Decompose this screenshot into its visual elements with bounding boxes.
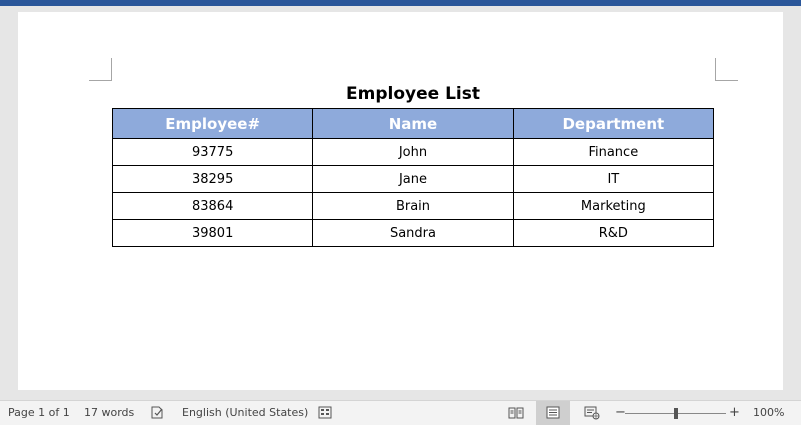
macro-icon[interactable] — [318, 406, 332, 419]
table-row: 93775 John Finance — [111, 138, 715, 166]
margin-corner-top-left — [89, 58, 112, 81]
header-department[interactable]: Department — [512, 108, 715, 139]
zoom-slider-thumb[interactable] — [674, 408, 678, 419]
proofing-icon[interactable] — [151, 406, 165, 419]
cell-employee-number[interactable]: 39801 — [111, 219, 314, 247]
read-mode-button[interactable] — [499, 401, 533, 425]
table-header-row: Employee# Name Department — [111, 108, 715, 139]
web-layout-icon — [584, 406, 600, 420]
print-layout-icon — [546, 406, 560, 419]
status-bar: Page 1 of 1 17 words English (United Sta… — [0, 400, 801, 425]
header-employee-number[interactable]: Employee# — [111, 108, 314, 139]
cell-employee-number[interactable]: 83864 — [111, 192, 314, 220]
cell-name[interactable]: Sandra — [312, 219, 514, 247]
page-count[interactable]: Page 1 of 1 — [8, 401, 70, 425]
read-mode-icon — [508, 407, 524, 419]
document-page[interactable]: Employee List Employee# Name Department … — [18, 12, 783, 390]
employee-table[interactable]: Employee# Name Department 93775 John Fin… — [111, 108, 715, 247]
cell-employee-number[interactable]: 38295 — [111, 165, 314, 193]
table-row: 38295 Jane IT — [111, 165, 715, 193]
word-count[interactable]: 17 words — [84, 401, 134, 425]
cell-department[interactable]: R&D — [512, 219, 715, 247]
zoom-in-button[interactable]: + — [729, 401, 740, 425]
print-layout-button[interactable] — [536, 401, 570, 425]
cell-name[interactable]: John — [312, 138, 514, 166]
table-row: 39801 Sandra R&D — [111, 219, 715, 247]
cell-name[interactable]: Brain — [312, 192, 514, 220]
web-layout-button[interactable] — [575, 401, 609, 425]
zoom-level[interactable]: 100% — [753, 401, 784, 425]
cell-department[interactable]: Finance — [512, 138, 715, 166]
cell-department[interactable]: IT — [512, 165, 715, 193]
table-row: 83864 Brain Marketing — [111, 192, 715, 220]
document-workspace[interactable]: Employee List Employee# Name Department … — [0, 6, 801, 400]
cell-department[interactable]: Marketing — [512, 192, 715, 220]
cell-name[interactable]: Jane — [312, 165, 514, 193]
document-title[interactable]: Employee List — [112, 84, 714, 104]
cell-employee-number[interactable]: 93775 — [111, 138, 314, 166]
header-name[interactable]: Name — [312, 108, 514, 139]
margin-corner-top-right — [715, 58, 738, 81]
language-indicator[interactable]: English (United States) — [182, 401, 308, 425]
